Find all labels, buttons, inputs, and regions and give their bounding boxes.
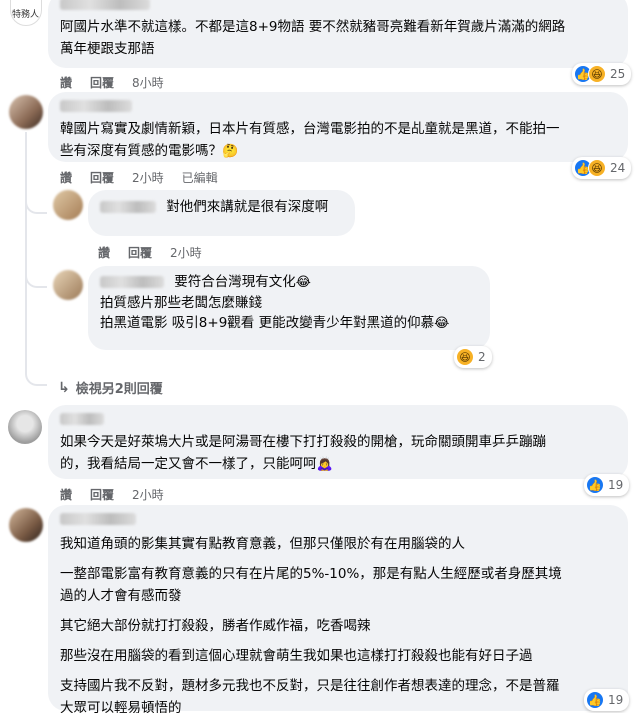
reply-text: 對他們來講就是很有深度啊 [166,199,329,215]
like-button[interactable]: 讚 [60,486,72,503]
like-reaction-icon: 👍 [586,476,604,494]
comment-bubble: 韓國片寫實及劇情新穎，日本片有質感，台灣電影拍的不是乩童就是黑道，不能拍一 些有… [48,92,628,162]
comment-text-line: 韓國片寫實及劇情新穎，日本片有質感，台灣電影拍的不是乩童就是黑道，不能拍一 [60,121,560,137]
commenter-name[interactable] [60,413,104,425]
reaction-count: 19 [608,693,624,707]
like-button[interactable]: 讚 [98,244,110,261]
like-reaction-icon: 👍 [586,691,604,709]
thread-connector [25,268,47,288]
commenter-name[interactable] [60,100,132,112]
comment-bubble: 如果今天是好萊塢大片或是阿湯哥在樓下打打殺殺的開槍，玩命關頭開車乒乒蹦蹦 的，我… [48,405,628,479]
view-more-replies-link[interactable]: ↳ 檢視另2則回覆 [58,378,163,398]
reply-actions: 讚 回覆 2小時 [98,244,202,261]
comment-bubble: 我知道角頭的影集其實有點教育意義，但那只僅限於有在用腦袋的人 一整部電影富有教育… [48,505,628,713]
comment-paragraph: 我知道角頭的影集其實有點教育意義，但那只僅限於有在用腦袋的人 [60,536,465,552]
comment-paragraph: 支持國片我不反對，題材多元我也不反對，只是往往創作者想表達的理念，不是普羅 [60,678,560,694]
timestamp[interactable]: 2小時 [132,486,164,503]
haha-reaction-icon: 😆 [588,159,606,177]
like-button[interactable]: 讚 [60,74,72,91]
reaction-summary[interactable]: 😆 2 [454,346,492,368]
reaction-summary[interactable]: 👍 😆 25 [572,63,632,85]
reply-button[interactable]: 回覆 [128,244,152,261]
edited-label: 已編輯 [181,171,218,185]
comment-paragraph: 大眾可以輕易頓悟的 [60,700,182,713]
thinking-emoji: 🤔 [222,144,239,159]
avatar[interactable] [9,95,43,129]
haha-reaction-icon: 😆 [588,65,606,83]
comment-actions: 讚 回覆 8小時 [60,74,164,91]
avatar[interactable] [53,270,83,300]
reaction-count: 24 [610,161,626,175]
reply-button[interactable]: 回覆 [90,74,114,91]
reply-text-line: 拍質感片那些老闆怎麼賺錢 [100,295,262,311]
reaction-summary[interactable]: 👍 😆 24 [572,157,632,179]
like-button[interactable]: 讚 [60,169,72,186]
thread-connector [25,190,47,214]
avatar[interactable] [53,190,83,220]
laugh-emoji: 😂 [295,275,311,290]
avatar-label: 特務人 [12,10,40,20]
haha-reaction-icon: 😆 [456,348,474,366]
comment-text-line: 如果今天是好萊塢大片或是阿湯哥在樓下打打殺殺的開槍，玩命關頭開車乒乒蹦蹦 [60,434,546,450]
laugh-emoji: 😂 [434,316,450,331]
comment-text-line: 阿國片水準不就這樣。不都是這8+9物語 要不然就豬哥亮難看新年賀歲片滿滿的網路 [60,19,566,35]
commenter-name[interactable] [60,0,150,10]
reply-button[interactable]: 回覆 [90,169,114,186]
comment-paragraph: 那些沒在用腦袋的看到這個心理就會萌生我如果也這樣打打殺殺也能有好日子過 [60,648,533,664]
timestamp[interactable]: 8小時 [132,74,164,91]
comment-text-line: 些有深度有質感的電影嗎？ [60,143,222,159]
reply-bubble: 要符合台灣現有文化😂 拍質感片那些老闆怎麼賺錢 拍黑道電影 吸引8+9觀看 更能… [88,266,490,350]
reply-arrow-icon: ↳ [58,379,70,396]
reaction-summary[interactable]: 👍 19 [584,474,630,496]
reply-button[interactable]: 回覆 [90,486,114,503]
thread-connector [25,364,47,386]
commenter-name[interactable] [60,513,136,525]
comment-text-line: 的，我看結局一定又會不一樣了，只能呵呵 [60,456,317,472]
timestamp[interactable]: 2小時 [170,244,202,261]
avatar[interactable] [8,410,42,444]
timestamp[interactable]: 2小時 [132,169,164,186]
comment-paragraph: 過的人才會有感而發 [60,588,182,604]
reply-bubble: 對他們來講就是很有深度啊 [88,190,355,236]
commenter-name[interactable] [100,201,156,213]
reply-text-line: 要符合台灣現有文化 [174,274,296,290]
avatar[interactable]: 特務人 [10,0,42,26]
reply-text-line: 拍黑道電影 吸引8+9觀看 更能改變青少年對黑道的仰慕 [100,315,435,331]
comment-actions: 讚 回覆 2小時 [60,486,164,503]
reaction-count: 25 [610,67,626,81]
thread-line [25,132,27,364]
reaction-count: 2 [478,350,486,364]
avatar[interactable] [9,508,43,542]
reaction-summary[interactable]: 👍 19 [584,689,630,711]
comment-bubble: 阿國片水準不就這樣。不都是這8+9物語 要不然就豬哥亮難看新年賀歲片滿滿的網路 … [48,0,628,68]
comment-actions: 讚 回覆 2小時 已編輯 [60,169,218,186]
view-more-label: 檢視另2則回覆 [75,382,163,397]
commenter-name[interactable] [100,276,164,288]
comment-paragraph: 其它絕大部份就打打殺殺，勝者作威作福，吃香喝辣 [60,618,371,634]
comment-text-line: 萬年梗跟支那語 [60,41,155,57]
bowing-emoji: 🙇‍♀️ [316,457,333,472]
comment-paragraph: 一整部電影富有教育意義的只有在片尾的5%-10%，那是有點人生經歷或者身歷其境 [60,566,562,582]
reaction-count: 19 [608,478,624,492]
